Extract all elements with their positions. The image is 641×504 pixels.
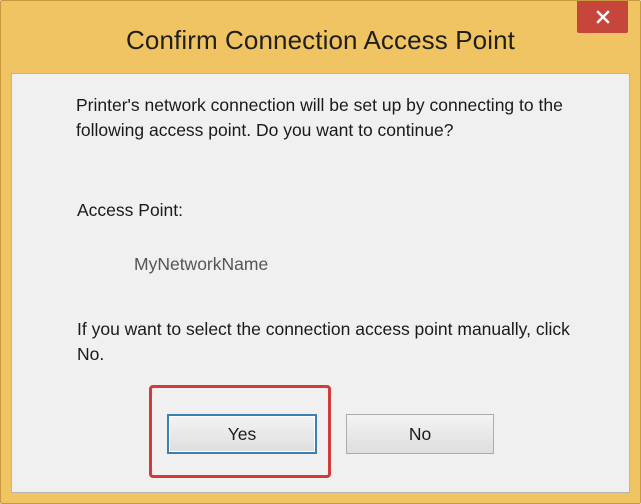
confirmation-message: Printer's network connection will be set… [76,95,563,140]
manual-selection-message: If you want to select the connection acc… [77,319,570,364]
dialog-window: Confirm Connection Access Point Printer'… [0,0,641,504]
close-icon [595,10,610,24]
access-point-label: Access Point: [77,200,184,220]
close-button[interactable] [577,1,628,33]
yes-button[interactable]: Yes [167,414,317,454]
access-point-value: MyNetworkName [134,254,269,274]
title-bar[interactable]: Confirm Connection Access Point [1,1,640,83]
no-button[interactable]: No [346,414,494,454]
dialog-title: Confirm Connection Access Point [126,25,515,55]
